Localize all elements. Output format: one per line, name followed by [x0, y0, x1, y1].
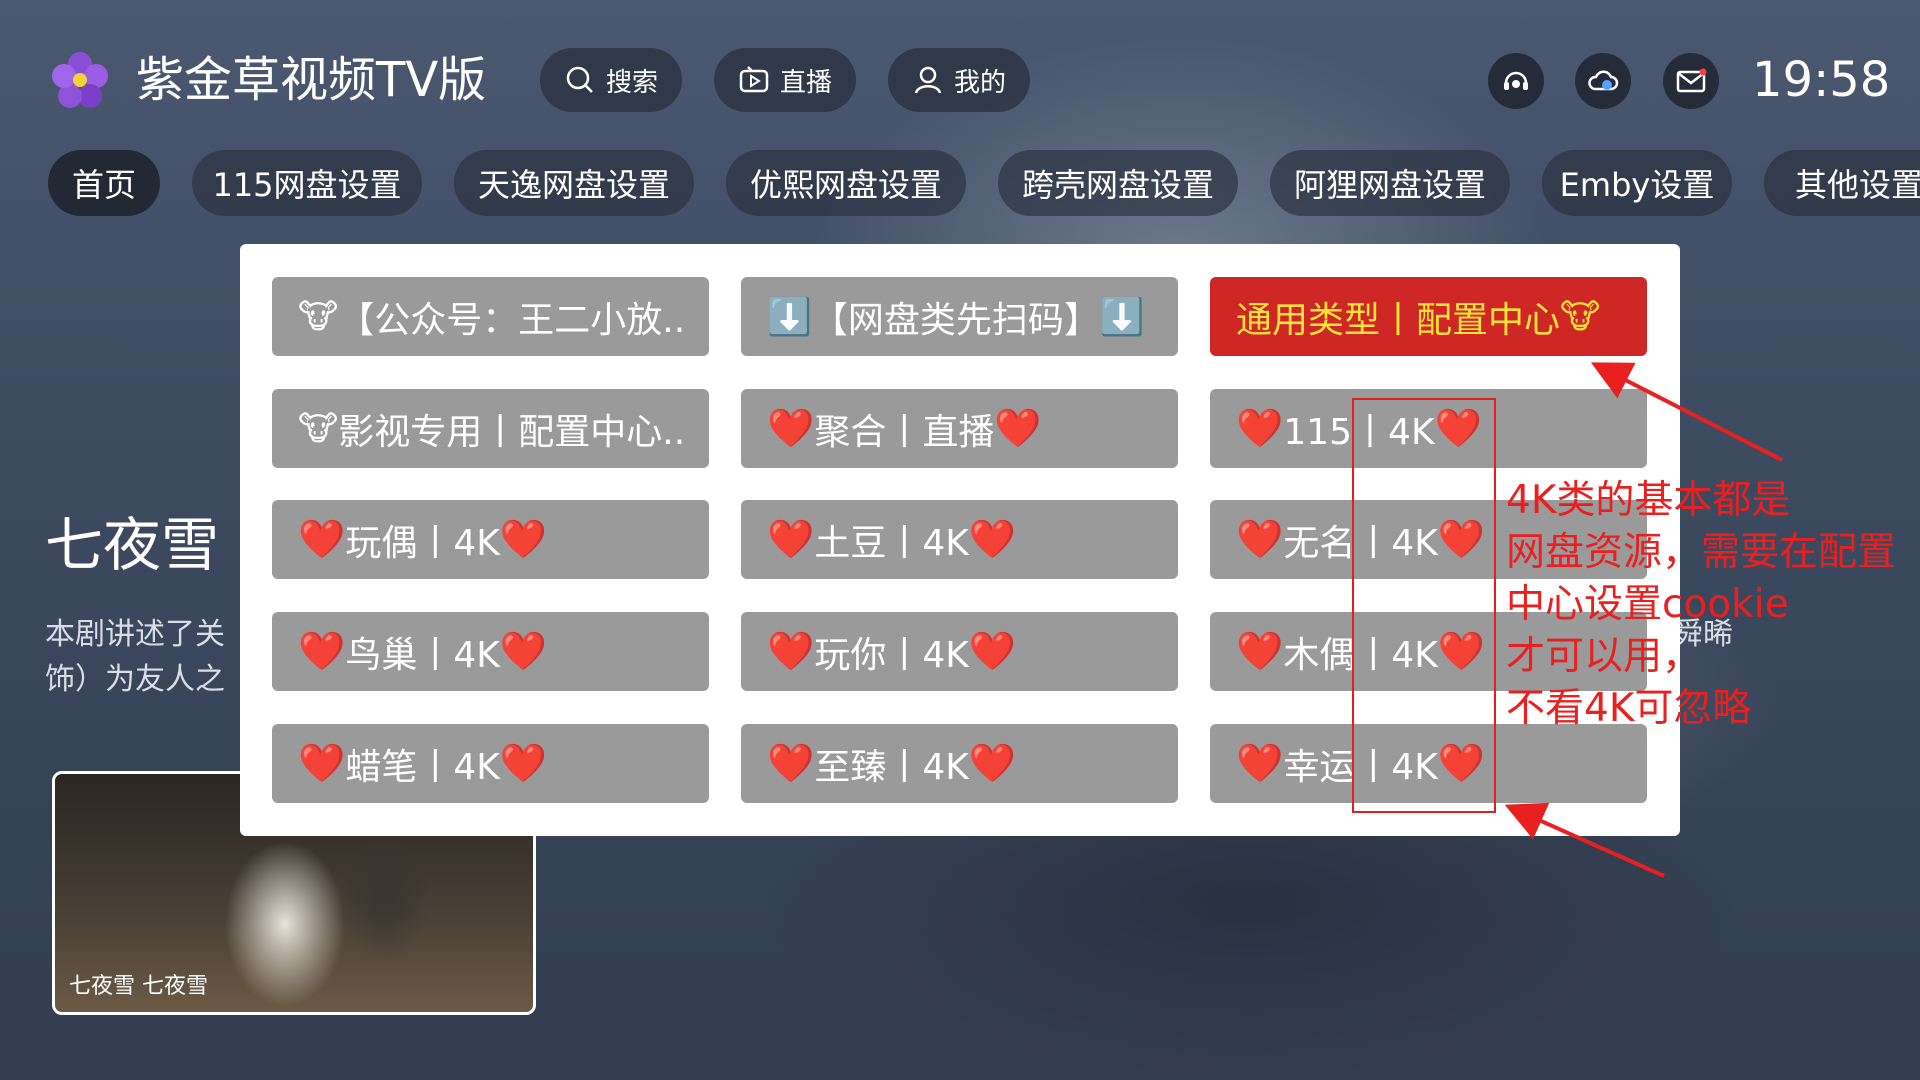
- cloud-button[interactable]: [1575, 53, 1631, 109]
- tv-play-icon: [739, 66, 769, 93]
- hero-desc-line-2: 饰）为友人之: [45, 662, 225, 697]
- item-label: 土豆丨4K: [814, 522, 969, 564]
- cow-icon: 🐮: [298, 408, 339, 449]
- live-button[interactable]: 直播: [714, 48, 856, 112]
- cow-icon: 🐮: [298, 296, 339, 337]
- user-icon: [914, 66, 942, 94]
- heart-icon: ❤️: [767, 629, 815, 673]
- search-icon: [566, 66, 593, 93]
- item-label: 聚合丨直播: [814, 411, 995, 453]
- cow-icon: 🐮: [1560, 296, 1601, 337]
- tab-emby-settings[interactable]: Emby设置: [1542, 150, 1732, 216]
- search-label: 搜索: [605, 67, 658, 98]
- item-label: 至臻丨4K: [814, 746, 969, 788]
- clock: 19:58: [1752, 52, 1891, 108]
- annotation-line-3: 中心设置cookie: [1506, 582, 1789, 627]
- heart-icon: ❤️: [1236, 406, 1284, 450]
- cloud-icon: [1588, 70, 1619, 91]
- heart-icon: ❤️: [968, 517, 1017, 561]
- down-arrow-icon: ⬇️: [767, 296, 812, 338]
- tab-other-settings[interactable]: 其他设置: [1764, 150, 1920, 216]
- heart-icon: ❤️: [1236, 517, 1284, 561]
- category-tabs: 首页 115网盘设置 天逸网盘设置 优熙网盘设置 跨壳网盘设置 阿狸网盘设置 E…: [48, 150, 1920, 216]
- source-item-14[interactable]: ❤️ 至臻丨4K ❤️: [741, 724, 1178, 803]
- item-label: 玩偶丨4K: [345, 522, 500, 564]
- heart-icon: ❤️: [499, 629, 548, 673]
- tab-youxi-settings[interactable]: 优熙网盘设置: [726, 150, 966, 216]
- tab-kuake-settings[interactable]: 跨壳网盘设置: [998, 150, 1238, 216]
- annotation-line-1: 4K类的基本都是: [1506, 478, 1791, 523]
- annotation-line-4: 才可以用，: [1506, 634, 1702, 679]
- item-label: 通用类型丨配置中心: [1236, 299, 1561, 341]
- item-label: 鸟巢丨4K: [345, 634, 500, 676]
- top-bar: 紫金草视频TV版 搜索 直播 我的 19:58: [0, 0, 1920, 160]
- tab-home[interactable]: 首页: [48, 150, 160, 216]
- support-icon: [1504, 71, 1528, 90]
- mine-label: 我的: [953, 67, 1006, 98]
- hero-title: 七夜雪: [45, 511, 220, 579]
- mail-button[interactable]: [1663, 53, 1719, 109]
- heart-icon: ❤️: [298, 629, 346, 673]
- heart-icon: ❤️: [499, 741, 548, 785]
- item-label: 蜡笔丨4K: [345, 746, 500, 788]
- tab-tianyi-settings[interactable]: 天逸网盘设置: [454, 150, 694, 216]
- annotation-highlight-box: [1352, 398, 1496, 813]
- annotation-note: 4K类的基本都是 网盘资源，需要在配置 中心设置cookie 才可以用， 不看4…: [1506, 475, 1896, 735]
- source-item-2[interactable]: ⬇️ 【网盘类先扫码】 ⬇️: [741, 277, 1178, 356]
- source-item-3[interactable]: 通用类型丨配置中心 🐮: [1210, 277, 1647, 356]
- tab-ali-settings[interactable]: 阿狸网盘设置: [1270, 150, 1510, 216]
- heart-icon: ❤️: [499, 517, 548, 561]
- source-item-4[interactable]: 🐮 影视专用丨配置中心..: [272, 389, 709, 468]
- item-label: 影视专用丨配置中心..: [338, 411, 686, 453]
- heart-icon: ❤️: [994, 406, 1042, 450]
- mail-icon: [1676, 68, 1707, 93]
- source-item-7[interactable]: ❤️ 玩偶丨4K ❤️: [272, 500, 709, 579]
- item-label: 【网盘类先扫码】: [811, 299, 1100, 341]
- heart-icon: ❤️: [767, 741, 815, 785]
- down-arrow-icon: ⬇️: [1099, 296, 1145, 338]
- annotation-line-5: 不看4K可忽略: [1506, 686, 1752, 731]
- app-title: 紫金草视频TV版: [136, 52, 487, 108]
- thumbnail-caption: 七夜雪 七夜雪: [69, 974, 208, 999]
- violet-logo-icon: [52, 52, 108, 108]
- heart-icon: ❤️: [298, 517, 346, 561]
- source-item-5[interactable]: ❤️ 聚合丨直播 ❤️: [741, 389, 1178, 468]
- source-item-10[interactable]: ❤️ 鸟巢丨4K ❤️: [272, 612, 709, 691]
- annotation-line-2: 网盘资源，需要在配置: [1506, 530, 1897, 575]
- source-item-1[interactable]: 🐮 【公众号：王二小放..: [272, 277, 709, 356]
- heart-icon: ❤️: [1236, 629, 1284, 673]
- mine-button[interactable]: 我的: [888, 48, 1030, 112]
- heart-icon: ❤️: [767, 406, 815, 450]
- search-button[interactable]: 搜索: [540, 48, 682, 112]
- item-label: 玩你丨4K: [814, 634, 969, 676]
- hero-desc-line-1: 本剧讲述了关: [45, 617, 225, 652]
- live-label: 直播: [779, 67, 832, 98]
- heart-icon: ❤️: [767, 517, 815, 561]
- heart-icon: ❤️: [968, 741, 1017, 785]
- heart-icon: ❤️: [1236, 741, 1284, 785]
- source-item-8[interactable]: ❤️ 土豆丨4K ❤️: [741, 500, 1178, 579]
- support-button[interactable]: [1488, 53, 1544, 109]
- tab-115-settings[interactable]: 115网盘设置: [192, 150, 422, 216]
- hero-description: 本剧讲述了关 饰）为友人之: [45, 612, 245, 702]
- source-item-11[interactable]: ❤️ 玩你丨4K ❤️: [741, 612, 1178, 691]
- item-label: 【公众号：王二小放..: [338, 299, 686, 341]
- heart-icon: ❤️: [968, 629, 1017, 673]
- heart-icon: ❤️: [298, 741, 346, 785]
- source-item-13[interactable]: ❤️ 蜡笔丨4K ❤️: [272, 724, 709, 803]
